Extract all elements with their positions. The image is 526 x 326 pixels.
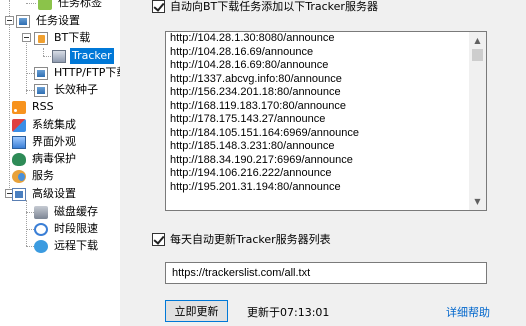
tree-item-service[interactable]: 服务: [12, 167, 56, 185]
tree-item-label: BT下载: [54, 31, 91, 44]
daily-update-checkbox[interactable]: 每天自动更新Tracker服务器列表: [152, 231, 331, 247]
speed-limit-clock-icon: [34, 222, 48, 236]
settings-tree: 任务标签 任务设置 BT下载 Tracker HTTP/FTP下载 长效种子 R…: [0, 0, 120, 326]
tracker-line: http://104.28.16.69:80/announce: [170, 59, 329, 71]
tree-item-tracker[interactable]: Tracker: [52, 47, 114, 65]
tracker-list-url-input[interactable]: https://trackerslist.com/all.txt: [165, 262, 487, 284]
tracker-list-lines: http://104.28.1.30:8080/announce http://…: [170, 32, 359, 194]
tree-item-task-settings[interactable]: 任务设置: [16, 12, 82, 30]
scroll-down-arrow-icon[interactable]: ▼: [469, 193, 486, 210]
advanced-settings-icon: [12, 187, 26, 201]
tree-item-label: 远程下载: [54, 239, 98, 252]
auto-add-trackers-checkbox[interactable]: 自动向BT下载任务添加以下Tracker服务器: [152, 0, 378, 14]
virus-protection-icon: [12, 152, 26, 166]
tree-item-task-tags[interactable]: 任务标签: [38, 0, 104, 12]
auto-add-trackers-label: 自动向BT下载任务添加以下Tracker服务器: [170, 0, 378, 13]
tracker-list-scrollbar[interactable]: ▲ ▼: [469, 32, 486, 210]
tree-connector-line: [26, 3, 36, 4]
collapse-toggle[interactable]: [22, 33, 31, 42]
tracker-line: http://195.201.31.194:80/announce: [170, 180, 341, 193]
task-settings-icon: [16, 14, 30, 28]
tree-item-bt-download[interactable]: BT下载: [34, 29, 92, 47]
update-now-button[interactable]: 立即更新: [165, 300, 228, 322]
tree-item-appearance[interactable]: 界面外观: [12, 133, 78, 151]
tree-item-label: HTTP/FTP下载: [54, 66, 120, 79]
bt-download-icon: [34, 31, 48, 45]
tree-item-virus-protection[interactable]: 病毒保护: [12, 150, 78, 168]
tracker-line: http://188.34.190.217:6969/announce: [170, 153, 353, 166]
tree-item-label: 病毒保护: [32, 152, 76, 165]
system-integration-icon: [12, 118, 26, 132]
seed-icon: [34, 83, 48, 97]
tracker-line: http://194.106.216.222/announce: [170, 167, 332, 179]
tree-item-label: 高级设置: [32, 187, 76, 200]
tree-item-long-seed[interactable]: 长效种子: [34, 81, 100, 99]
tree-item-disk-cache[interactable]: 磁盘缓存: [34, 203, 100, 221]
appearance-icon: [12, 135, 26, 149]
tracker-line: http://178.175.143.27/announce: [170, 113, 326, 125]
tracker-line: http://184.105.151.164:6969/announce: [170, 126, 360, 139]
tree-connector-line: [43, 48, 44, 56]
tracker-line: http://104.28.1.30:8080/announce: [170, 32, 335, 44]
tracker-line: http://1337.abcvg.info:80/announce: [170, 72, 342, 85]
tree-item-label: Tracker: [70, 48, 114, 64]
tree-connector-line: [26, 200, 27, 246]
tree-item-label: 系统集成: [32, 118, 76, 131]
scroll-up-arrow-icon[interactable]: ▲: [469, 32, 486, 49]
collapse-toggle[interactable]: [5, 16, 14, 25]
detailed-help-link[interactable]: 详细帮助: [446, 304, 490, 320]
tree-connector-line: [9, 0, 10, 190]
tracker-line: http://168.119.183.170:80/announce: [170, 99, 346, 112]
tracker-server-icon: [52, 49, 66, 63]
tracker-line: http://185.148.3.231:80/announce: [170, 140, 335, 152]
tree-item-http-ftp-download[interactable]: HTTP/FTP下载: [34, 64, 120, 82]
tree-item-label: 界面外观: [32, 135, 76, 148]
tag-icon: [38, 0, 52, 10]
tree-item-speed-limit[interactable]: 时段限速: [34, 220, 100, 238]
last-updated-text: 更新于07:13:01: [247, 306, 330, 319]
tree-item-system-integration[interactable]: 系统集成: [12, 116, 78, 134]
tree-connector-line: [26, 38, 27, 94]
tracker-line: http://104.28.16.69/announce: [170, 45, 314, 58]
remote-download-icon: [34, 239, 48, 253]
tree-item-remote-download[interactable]: 远程下载: [34, 237, 100, 255]
scrollbar-thumb[interactable]: [472, 49, 483, 61]
rss-icon: [12, 100, 26, 114]
disk-cache-icon: [34, 205, 48, 219]
tree-item-label: 任务标签: [58, 0, 102, 9]
tracker-list-textarea[interactable]: http://104.28.1.30:8080/announce http://…: [165, 31, 487, 211]
checkbox-checkmark-icon: [152, 232, 165, 246]
tree-item-label: 磁盘缓存: [54, 205, 98, 218]
tree-item-label: 长效种子: [54, 83, 98, 96]
checkbox-checkmark-icon: [152, 0, 165, 13]
tree-item-label: RSS: [32, 100, 54, 113]
tree-item-label: 服务: [32, 169, 54, 182]
tree-item-label: 任务设置: [36, 14, 80, 27]
daily-update-label: 每天自动更新Tracker服务器列表: [170, 233, 331, 246]
tracker-line: http://156.234.201.18:80/announce: [170, 86, 341, 98]
service-icon: [12, 169, 26, 183]
tree-item-label: 时段限速: [54, 222, 98, 235]
tree-item-rss[interactable]: RSS: [12, 98, 56, 116]
http-ftp-icon: [34, 66, 48, 80]
tree-item-advanced-settings[interactable]: 高级设置: [12, 185, 78, 203]
